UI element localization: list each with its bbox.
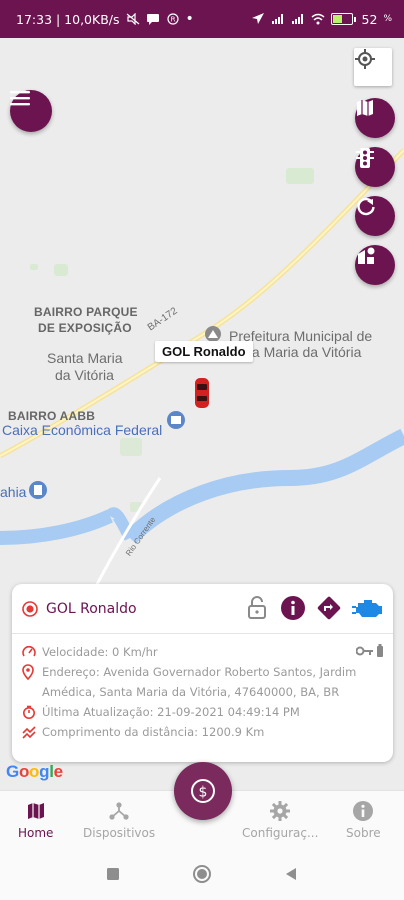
dollar-circle-icon: $ (191, 779, 215, 803)
vehicle-name: GOL Ronaldo (46, 600, 137, 617)
card-header: GOL Ronaldo (12, 584, 393, 634)
key-icon (356, 646, 373, 656)
traffic-button[interactable] (355, 147, 395, 187)
address-text: Endereço: Avenida Governador Roberto San… (42, 665, 357, 699)
hamburger-icon (10, 91, 30, 106)
info-button[interactable] (279, 594, 307, 622)
menu-button[interactable] (10, 90, 52, 132)
info-icon (353, 801, 374, 821)
google-logo-letter: o (29, 762, 40, 781)
map-label-bairro-parque: BAIRRO PARQUE (34, 305, 138, 319)
map-label-bairro-parque-2: DE EXPOSIÇÃO (38, 321, 132, 335)
last-update-text: Última Atualização: 21-09-2021 04:49:14 … (42, 705, 300, 719)
vehicle-info-card: GOL Ronaldo Velocidade: 0 Km/hr Endereço… (12, 584, 393, 762)
map-label-santa-maria: Santa Maria (47, 350, 123, 366)
nav-about[interactable]: Sobre (346, 799, 381, 840)
route-icon (22, 726, 36, 739)
map-type-button[interactable] (355, 98, 395, 138)
nav-home-label: Home (18, 826, 54, 840)
message-icon (146, 14, 159, 25)
status-bar: 17:33 | 10,0KB/s R • 52% (0, 0, 404, 38)
distance-row: Comprimento da distância: 1200.9 Km (22, 722, 384, 742)
google-logo-letter: g (39, 762, 50, 781)
info-icon (281, 596, 305, 620)
map-icon (357, 100, 373, 116)
svg-text:$: $ (199, 785, 208, 801)
home-circle-icon[interactable] (192, 864, 212, 884)
engine-icon (352, 600, 382, 617)
recent-apps-icon[interactable] (106, 867, 120, 881)
my-location-button[interactable] (354, 48, 392, 86)
signal-icon-2 (291, 14, 303, 24)
lock-button[interactable] (243, 594, 271, 622)
location-arrow-icon (251, 13, 264, 24)
map-icon (27, 803, 44, 819)
map-label-caixa: Caixa Econômica Federal (2, 422, 163, 438)
ignition-indicator (356, 644, 384, 658)
geofence-button[interactable] (355, 245, 395, 285)
google-logo: Google (6, 762, 63, 782)
back-icon[interactable] (284, 867, 298, 881)
signal-icon (271, 14, 283, 24)
registered-icon: R (166, 13, 179, 25)
stopwatch-icon (23, 705, 35, 719)
address-row: Endereço: Avenida Governador Roberto San… (22, 662, 384, 702)
speedometer-icon (22, 645, 36, 657)
status-time: 17:33 | 10,0KB/s (16, 11, 120, 27)
refresh-button[interactable] (355, 196, 395, 236)
svg-text:R: R (170, 16, 175, 24)
car-tooltip[interactable]: GOL Ronaldo (155, 341, 253, 362)
mute-icon (126, 13, 139, 25)
car-marker-icon (195, 378, 209, 408)
nav-home[interactable]: Home (18, 799, 53, 840)
last-update-row: Última Atualização: 21-09-2021 04:49:14 … (22, 702, 384, 722)
crosshair-icon (355, 49, 375, 69)
google-logo-letter: o (18, 762, 30, 781)
google-logo-letter: e (53, 762, 63, 781)
payment-button[interactable]: $ (174, 762, 232, 820)
battery-percent: 52 (361, 11, 378, 27)
system-navigation-bar (0, 848, 404, 900)
traffic-light-icon (356, 148, 374, 168)
refresh-icon (357, 197, 375, 216)
wifi-icon (311, 13, 325, 25)
status-dot-icon (22, 600, 38, 617)
map-label-santa-maria-2: da Vitória (55, 367, 114, 383)
nav-about-label: Sobre (346, 826, 381, 840)
directions-button[interactable] (315, 594, 343, 622)
engine-button[interactable] (351, 594, 385, 622)
directions-icon (317, 596, 341, 620)
distance-text: Comprimento da distância: 1200.9 Km (42, 725, 265, 739)
battery-icon (330, 13, 356, 25)
map-label-prefeitura-2: ta Maria da Vitória (248, 344, 362, 360)
nav-devices-label: Dispositivos (83, 826, 156, 840)
google-logo-letter: G (6, 762, 19, 781)
battery-indicator-icon (377, 644, 383, 657)
map-label-ahia: ahia (0, 484, 27, 500)
nav-settings[interactable]: Configuraç... (242, 799, 318, 840)
unlock-icon (248, 596, 266, 619)
shapes-icon (358, 247, 375, 264)
nav-settings-label: Configuraç... (242, 826, 319, 840)
nav-devices[interactable]: Dispositivos (83, 799, 155, 840)
devices-network-icon (109, 802, 129, 820)
location-pin-icon (22, 664, 34, 680)
dot-icon: • (185, 11, 194, 27)
speed-row: Velocidade: 0 Km/hr (22, 642, 384, 662)
gear-icon (270, 801, 291, 821)
speed-text: Velocidade: 0 Km/hr (42, 645, 158, 659)
